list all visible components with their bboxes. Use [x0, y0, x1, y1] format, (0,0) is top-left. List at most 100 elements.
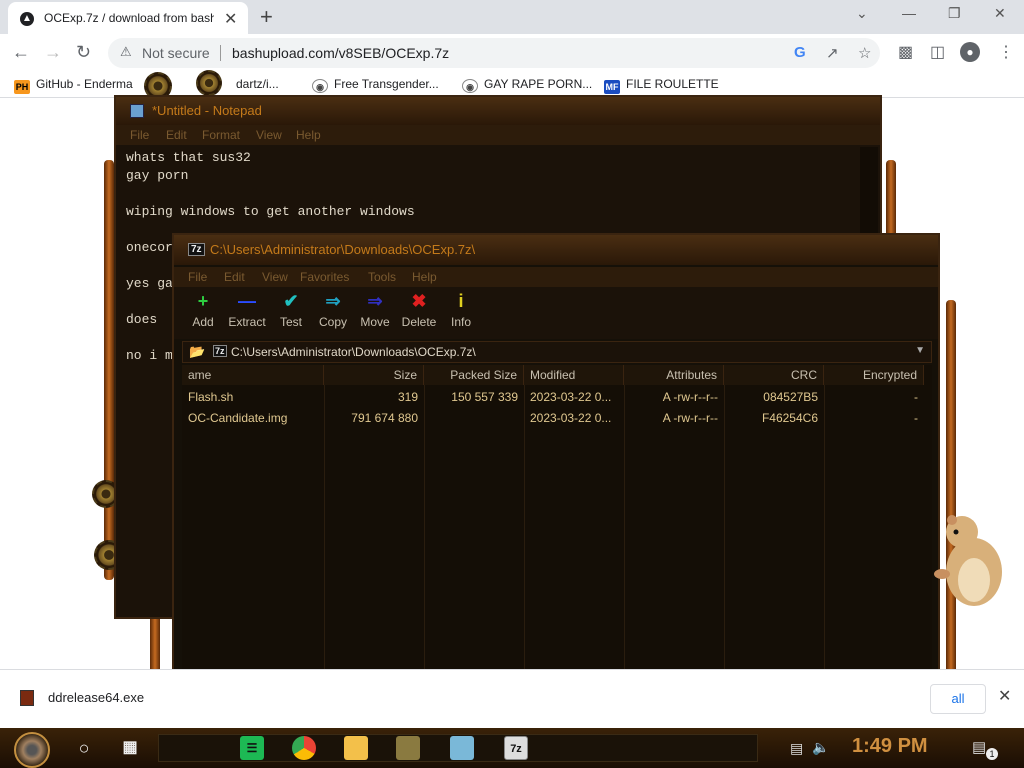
- toolbar-label: Move: [360, 315, 390, 329]
- spotify-icon[interactable]: ☰: [240, 736, 264, 760]
- new-tab-button[interactable]: +: [260, 4, 273, 30]
- column-header[interactable]: CRC: [724, 365, 824, 385]
- toolbar-label: Extract: [228, 315, 266, 329]
- notepad-menubar: File Edit Format View Help: [116, 125, 880, 145]
- sevenzip-title: C:\Users\Administrator\Downloads\OCExp.7…: [210, 242, 476, 257]
- network-icon[interactable]: ▤: [790, 740, 803, 757]
- menu-file[interactable]: File: [188, 270, 207, 284]
- profile-avatar-icon[interactable]: ●: [960, 42, 980, 62]
- sevenzip-logo-icon: 7z: [188, 243, 205, 256]
- minimize-button[interactable]: —: [902, 5, 916, 21]
- delete-button[interactable]: ✖ Delete: [396, 287, 442, 339]
- notification-icon[interactable]: ▤: [972, 738, 986, 756]
- column-divider: [624, 385, 625, 711]
- cell-crc: 084527B5: [763, 390, 818, 404]
- hamster-mascot-icon: [934, 515, 1002, 606]
- column-header[interactable]: Attributes: [624, 365, 724, 385]
- column-divider: [424, 385, 425, 711]
- column-header[interactable]: Packed Size: [424, 365, 524, 385]
- side-panel-icon[interactable]: ◫: [930, 42, 945, 62]
- cell-packed: 150 557 339: [451, 390, 518, 404]
- show-all-button[interactable]: all: [930, 684, 986, 714]
- tab-search-icon[interactable]: ⌄: [856, 5, 868, 22]
- sevenzip-toolbar: + Add — Extract ✔ Test ⇒ Copy ⇒ Move ✖ Delete i Info: [174, 287, 938, 339]
- sevenzip-window[interactable]: 7z C:\Users\Administrator\Downloads\OCEx…: [172, 233, 940, 723]
- app-icon[interactable]: [450, 736, 474, 760]
- path-text[interactable]: C:\Users\Administrator\Downloads\OCExp.7…: [231, 345, 476, 359]
- path-bar[interactable]: 📂 7z C:\Users\Administrator\Downloads\OC…: [182, 341, 932, 363]
- menu-favorites[interactable]: Favorites: [300, 270, 349, 284]
- column-header[interactable]: Size: [324, 365, 424, 385]
- column-divider: [824, 385, 825, 711]
- info-button[interactable]: i Info: [438, 287, 484, 339]
- task-view-icon[interactable]: ▦: [118, 736, 142, 760]
- download-bar-close-icon[interactable]: ✕: [998, 686, 1011, 706]
- tab-active[interactable]: ▲ OCExp.7z / download from bashupload ✕: [8, 2, 248, 34]
- file-list[interactable]: ame Size Packed Size Modified Attributes CRC E…: [182, 365, 932, 711]
- notepad-title: *Untitled - Notepad: [152, 103, 262, 118]
- menu-help[interactable]: Help: [296, 128, 321, 142]
- volume-muted-icon[interactable]: 🔈: [812, 739, 829, 756]
- menu-file[interactable]: File: [130, 128, 149, 142]
- bookmark-star-icon[interactable]: ☆: [858, 44, 871, 62]
- bookmark-item[interactable]: ◉ GAY RAPE PORN...: [462, 77, 592, 93]
- taskbar: ○ ▦ ☰ 7z ▤ 🔈 1:49 PM ▤ 1: [0, 728, 1024, 768]
- folder-up-icon[interactable]: 📂: [189, 344, 205, 360]
- window-close-button[interactable]: ✕: [994, 5, 1006, 22]
- copy-icon: ⇒: [325, 291, 341, 311]
- warning-icon[interactable]: ⚠: [120, 44, 132, 60]
- reload-button[interactable]: ↻: [76, 42, 91, 63]
- cell-name: OC-Candidate.img: [188, 411, 288, 425]
- download-filename[interactable]: ddrelease64.exe: [48, 690, 144, 705]
- move-button[interactable]: ⇒ Move: [352, 287, 398, 339]
- add-button[interactable]: + Add: [180, 287, 226, 339]
- google-lens-icon[interactable]: G: [794, 44, 806, 61]
- cell-modified: 2023-03-22 0...: [530, 390, 612, 404]
- restore-button[interactable]: ❐: [948, 5, 961, 22]
- menu-tools[interactable]: Tools: [368, 270, 396, 284]
- file-explorer-icon[interactable]: [344, 736, 368, 760]
- forward-button[interactable]: →: [44, 42, 62, 63]
- menu-kebab-icon[interactable]: ⋮: [998, 42, 1014, 62]
- cell-size: 319: [397, 390, 418, 404]
- security-label[interactable]: Not secure: [142, 45, 210, 61]
- menu-view[interactable]: View: [262, 270, 288, 284]
- toolbar-label: Test: [279, 315, 302, 329]
- sevenzip-titlebar[interactable]: 7z C:\Users\Administrator\Downloads\OCEx…: [174, 235, 938, 265]
- bookmark-item[interactable]: MF FILE ROULETTE: [604, 77, 719, 94]
- menu-view[interactable]: View: [256, 128, 282, 142]
- bookmark-item[interactable]: dartz/i...: [236, 77, 279, 91]
- table-row[interactable]: OC-Candidate.img 791 674 880 2023-03-22 0.…: [182, 408, 924, 428]
- search-circle-icon[interactable]: ○: [72, 736, 96, 760]
- test-button[interactable]: ✔ Test: [268, 287, 314, 339]
- notepad-titlebar[interactable]: *Untitled - Notepad: [116, 97, 880, 125]
- extract-button[interactable]: — Extract: [224, 287, 270, 339]
- back-button[interactable]: ←: [12, 42, 30, 63]
- menu-edit[interactable]: Edit: [224, 270, 245, 284]
- table-row[interactable]: Flash.sh 319 150 557 339 2023-03-22 0... A -…: [182, 387, 924, 407]
- chevron-down-icon[interactable]: ▼: [915, 345, 925, 356]
- column-header[interactable]: Encrypted: [824, 365, 924, 385]
- column-header[interactable]: ame: [182, 365, 324, 385]
- chrome-icon[interactable]: [292, 736, 316, 760]
- copy-button[interactable]: ⇒ Copy: [310, 287, 356, 339]
- cell-encrypted: -: [914, 390, 918, 404]
- extensions-icon[interactable]: ▩: [898, 42, 913, 62]
- sevenzip-taskbar-icon[interactable]: 7z: [504, 736, 528, 760]
- tab-close-icon[interactable]: ✕: [224, 9, 237, 29]
- url-text[interactable]: bashupload.com/v8SEB/OCExp.7z: [232, 45, 449, 61]
- menu-format[interactable]: Format: [202, 128, 240, 142]
- tab-strip: ▲ OCExp.7z / download from bashupload ✕ …: [0, 0, 1024, 34]
- column-header[interactable]: Modified: [524, 365, 624, 385]
- file-icon: [20, 690, 34, 706]
- menu-help[interactable]: Help: [412, 270, 437, 284]
- share-icon[interactable]: ↗: [826, 44, 839, 62]
- address-bar[interactable]: ⚠ Not secure bashupload.com/v8SEB/OCExp.…: [108, 38, 880, 68]
- app-icon[interactable]: [396, 736, 420, 760]
- start-button[interactable]: [14, 732, 50, 768]
- bookmark-item[interactable]: ◉ Free Transgender...: [312, 77, 439, 93]
- clock[interactable]: 1:49 PM: [852, 735, 928, 758]
- bookmark-item[interactable]: PH GitHub - Enderma: [14, 77, 133, 94]
- cell-name: Flash.sh: [188, 390, 234, 404]
- menu-edit[interactable]: Edit: [166, 128, 187, 142]
